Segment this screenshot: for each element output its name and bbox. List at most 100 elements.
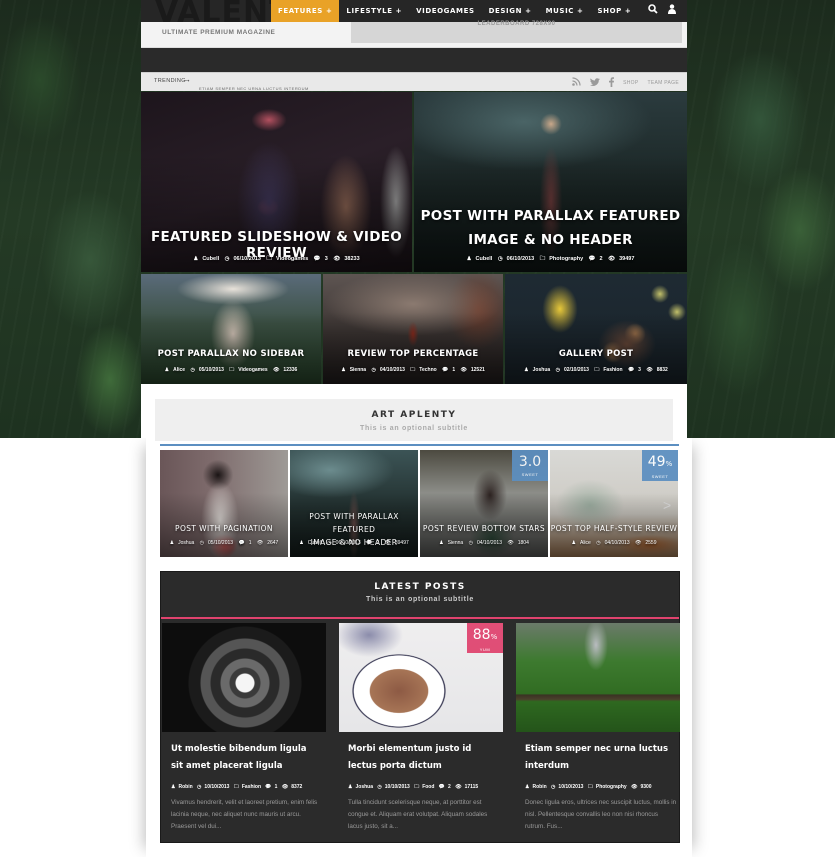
clock-icon: ◷ <box>596 540 601 546</box>
nav-item-features[interactable]: FEATURES + <box>271 0 340 22</box>
author-icon: ♟ <box>571 540 576 546</box>
search-icon[interactable] <box>648 0 658 22</box>
author-icon: ♟ <box>169 540 175 546</box>
post-comments[interactable]: 1 <box>452 367 455 373</box>
post-title[interactable]: POST PARALLAX NO SIDEBAR <box>141 349 321 359</box>
carousel-card[interactable]: 3.0 SWEET POST REVIEW BOTTOM STARS ♟ Sien… <box>420 450 548 557</box>
facebook-icon[interactable] <box>609 76 615 89</box>
post-category[interactable]: Videogames <box>238 367 267 373</box>
trending-link-team-page[interactable]: TEAM PAGE <box>647 80 679 86</box>
carousel-card[interactable]: 49% SWEET POST TOP HALF-STYLE REVIEW ♟ Al… <box>550 450 678 557</box>
featured-post-small[interactable]: REVIEW TOP PERCENTAGE ♟ Sienna ◷ 04/10/201… <box>323 274 503 384</box>
card-author[interactable]: Alice <box>580 540 591 546</box>
card-views: 2559 <box>645 540 657 546</box>
user-icon[interactable] <box>668 0 676 22</box>
post-category[interactable]: Techno <box>419 367 436 373</box>
post-views: 9300 <box>640 784 652 790</box>
post-category[interactable]: Photography <box>596 784 627 790</box>
post-comments[interactable]: 1 <box>275 784 278 790</box>
post-date: 06/10/2013 <box>233 256 261 262</box>
post-author[interactable]: Alice <box>173 367 185 373</box>
post-comments[interactable]: 2 <box>448 784 451 790</box>
author-icon: ♟ <box>524 367 529 373</box>
post-comments[interactable]: 3 <box>325 256 328 262</box>
post-author[interactable]: Joshua <box>533 367 551 373</box>
card-title[interactable]: POST REVIEW BOTTOM STARS <box>420 522 548 535</box>
review-score: 88% <box>467 623 503 647</box>
post-thumbnail[interactable] <box>516 623 680 732</box>
eye-icon: 👁 <box>460 367 467 373</box>
post-author[interactable]: Joshua <box>355 784 373 790</box>
post-title[interactable]: POST WITH PARALLAX FEATURED IMAGE & NO H… <box>414 204 687 252</box>
card-comments[interactable]: 2 <box>376 540 379 546</box>
featured-post-small[interactable]: GALLERY POST ♟ Joshua ◷ 02/10/2013 🗀 Fashio… <box>505 274 687 384</box>
post-thumbnail[interactable]: 88% YUM <box>339 623 503 732</box>
trending-link-shop[interactable]: SHOP <box>623 80 638 86</box>
latest-posts-section: LATEST POSTS This is an optional subtitl… <box>160 571 680 843</box>
eye-icon: 👁 <box>455 784 462 790</box>
review-score: 49% <box>642 450 678 474</box>
card-date: 04/10/2013 <box>476 540 502 546</box>
review-score-label: SWEET <box>521 472 539 477</box>
post-category[interactable]: Photography <box>549 256 583 262</box>
header-spacer <box>141 48 687 73</box>
post-author[interactable]: Cubell <box>476 256 493 262</box>
eye-icon: 👁 <box>256 540 264 546</box>
carousel-card[interactable]: POST WITH PAGINATION ♟ Joshua ◷ 05/10/2013… <box>160 450 288 557</box>
card-title[interactable]: POST WITH PAGINATION <box>160 522 288 535</box>
card-author[interactable]: Cubell <box>308 540 322 546</box>
nav-item-shop[interactable]: SHOP + <box>591 0 639 22</box>
nav-item-design[interactable]: DESIGN + <box>482 0 539 22</box>
carousel-next-button[interactable]: > <box>663 497 671 513</box>
comment-icon: 💬 <box>238 540 245 546</box>
clock-icon: ◷ <box>199 540 205 546</box>
featured-post-large[interactable]: FEATURED SLIDESHOW & VIDEO REVIEW ♟ Cubel… <box>141 92 412 272</box>
comment-icon: 💬 <box>627 367 635 373</box>
post-category[interactable]: Videogames <box>276 256 308 262</box>
latest-posts-header: LATEST POSTS This is an optional subtitl… <box>161 572 679 603</box>
comment-icon: 💬 <box>265 784 272 790</box>
post-author[interactable]: Cubell <box>202 256 219 262</box>
card-author[interactable]: Sienna <box>448 540 464 546</box>
post-title[interactable]: Etiam semper nec urna luctus interdum <box>525 741 675 775</box>
post-comments[interactable]: 2 <box>600 256 603 262</box>
main-nav: FEATURES + LIFESTYLE + VIDEOGAMES DESIGN… <box>271 0 638 22</box>
clock-icon: ◷ <box>371 367 376 373</box>
post-date: 06/10/2013 <box>506 256 535 262</box>
post-title[interactable]: Ut molestie bibendum ligula sit amet pla… <box>171 741 321 775</box>
card-meta: ♟ Joshua ◷ 05/10/2013 💬 1 👁 2647 <box>160 540 288 546</box>
card-date: 05/10/2013 <box>208 540 234 546</box>
nav-item-lifestyle[interactable]: LIFESTYLE + <box>339 0 409 22</box>
author-icon: ♟ <box>348 784 353 790</box>
card-comments[interactable]: 1 <box>249 540 252 546</box>
card-author[interactable]: Joshua <box>178 540 194 546</box>
eye-icon: 👁 <box>273 367 280 373</box>
post-category[interactable]: Fashion <box>242 784 261 790</box>
card-title[interactable]: POST TOP HALF-STYLE REVIEW <box>550 522 678 535</box>
post-comments[interactable]: 3 <box>638 367 641 373</box>
post-title[interactable]: GALLERY POST <box>505 349 687 359</box>
leaderboard-ad[interactable]: LEADERBOARD 728X90 <box>351 21 682 43</box>
nav-item-videogames[interactable]: VIDEOGAMES <box>409 0 482 22</box>
post-author[interactable]: Robin <box>178 784 192 790</box>
post-category[interactable]: Food <box>422 784 434 790</box>
post-views: 12336 <box>283 367 298 373</box>
rss-icon[interactable] <box>572 77 581 88</box>
section-title: ART APLENTY <box>371 410 457 420</box>
twitter-icon[interactable] <box>590 77 601 88</box>
post-title[interactable]: REVIEW TOP PERCENTAGE <box>323 349 503 359</box>
featured-post-small[interactable]: POST PARALLAX NO SIDEBAR ♟ Alice ◷ 05/10/2… <box>141 274 321 384</box>
post-category[interactable]: Fashion <box>603 367 622 373</box>
latest-post-card: Ut molestie bibendum ligula sit amet pla… <box>162 623 326 833</box>
trending-ticker[interactable]: ETIAM SEMPER NEC URNA LUCTUS INTERDUM <box>199 86 309 91</box>
post-title[interactable]: Morbi elementum justo id lectus porta di… <box>348 741 498 775</box>
post-author[interactable]: Robin <box>532 784 546 790</box>
post-thumbnail[interactable] <box>162 623 326 732</box>
post-title-line: POST WITH PARALLAX FEATURED <box>420 208 681 224</box>
author-icon: ♟ <box>299 540 304 546</box>
post-author[interactable]: Sienna <box>350 367 366 373</box>
nav-item-music[interactable]: MUSIC + <box>539 0 591 22</box>
folder-icon: 🗀 <box>266 256 273 262</box>
carousel-card[interactable]: POST WITH PARALLAX FEATURED IMAGE & NO H… <box>290 450 418 557</box>
featured-post-large[interactable]: POST WITH PARALLAX FEATURED IMAGE & NO H… <box>414 92 687 272</box>
